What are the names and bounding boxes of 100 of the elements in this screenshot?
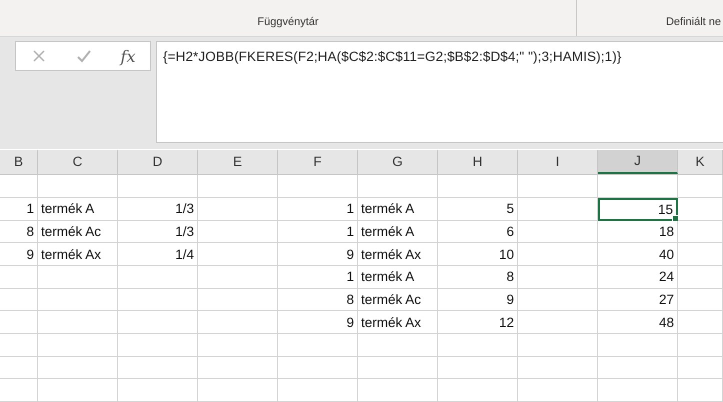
table-cell[interactable]: 1 bbox=[278, 266, 358, 289]
empty-cell[interactable] bbox=[678, 334, 723, 357]
table-cell[interactable]: termék A bbox=[38, 198, 118, 221]
empty-cell[interactable] bbox=[678, 266, 723, 289]
formula-field[interactable]: {=H2*JOBB(FKERES(F2;HA($C$2:$C$11=G2;$B$2:$D$4;" ");3;HAMIS);1)} bbox=[156, 41, 723, 143]
empty-cell[interactable] bbox=[118, 288, 198, 312]
empty-cell[interactable] bbox=[38, 175, 118, 198]
table-cell[interactable]: 27 bbox=[598, 288, 678, 312]
empty-cell[interactable] bbox=[438, 334, 518, 357]
empty-cell[interactable] bbox=[198, 220, 278, 244]
empty-cell[interactable] bbox=[0, 356, 38, 380]
empty-cell[interactable] bbox=[38, 311, 118, 334]
empty-cell[interactable] bbox=[678, 175, 723, 198]
empty-cell[interactable] bbox=[118, 356, 198, 380]
empty-cell[interactable] bbox=[0, 311, 38, 334]
empty-cell[interactable] bbox=[598, 356, 678, 380]
empty-cell[interactable] bbox=[198, 175, 278, 198]
table-cell[interactable]: termék A bbox=[358, 220, 438, 244]
table-cell[interactable]: 9 bbox=[0, 243, 38, 266]
table-cell[interactable]: 1/4 bbox=[118, 243, 198, 266]
empty-cell[interactable] bbox=[198, 334, 278, 357]
empty-cell[interactable] bbox=[198, 243, 278, 266]
empty-cell[interactable] bbox=[198, 311, 278, 334]
empty-cell[interactable] bbox=[198, 288, 278, 312]
table-cell[interactable]: termék Ac bbox=[358, 288, 438, 312]
empty-cell[interactable] bbox=[598, 334, 678, 357]
fill-handle[interactable] bbox=[672, 214, 679, 222]
empty-cell[interactable] bbox=[518, 175, 598, 198]
empty-cell[interactable] bbox=[278, 334, 358, 357]
close-icon[interactable] bbox=[30, 48, 46, 64]
empty-cell[interactable] bbox=[358, 334, 438, 357]
table-cell[interactable]: termék A bbox=[358, 198, 438, 221]
empty-cell[interactable] bbox=[518, 311, 598, 334]
table-cell[interactable]: 1/3 bbox=[118, 220, 198, 244]
table-cell[interactable]: 40 bbox=[598, 243, 678, 266]
check-icon[interactable] bbox=[76, 48, 92, 64]
table-cell[interactable]: 18 bbox=[598, 220, 678, 244]
empty-cell[interactable] bbox=[198, 379, 278, 402]
empty-cell[interactable] bbox=[678, 379, 723, 402]
table-cell[interactable]: 10 bbox=[438, 243, 518, 266]
empty-cell[interactable] bbox=[518, 334, 598, 357]
table-cell[interactable]: termék Ac bbox=[38, 220, 118, 244]
empty-cell[interactable] bbox=[278, 379, 358, 402]
table-cell[interactable]: termék Ax bbox=[358, 311, 438, 334]
empty-cell[interactable] bbox=[678, 356, 723, 380]
table-cell[interactable]: 1 bbox=[278, 220, 358, 244]
table-cell[interactable]: 1/3 bbox=[118, 198, 198, 221]
empty-cell[interactable] bbox=[518, 288, 598, 312]
empty-cell[interactable] bbox=[198, 356, 278, 380]
table-cell[interactable]: 8 bbox=[438, 266, 518, 289]
empty-cell[interactable] bbox=[598, 379, 678, 402]
empty-cell[interactable] bbox=[38, 379, 118, 402]
table-cell[interactable]: termék Ax bbox=[358, 243, 438, 266]
empty-cell[interactable] bbox=[518, 356, 598, 380]
empty-cell[interactable] bbox=[438, 356, 518, 380]
empty-cell[interactable] bbox=[118, 266, 198, 289]
table-cell[interactable]: 48 bbox=[598, 311, 678, 334]
empty-cell[interactable] bbox=[358, 379, 438, 402]
empty-cell[interactable] bbox=[358, 356, 438, 380]
table-cell[interactable]: 24 bbox=[598, 266, 678, 289]
table-cell[interactable]: 9 bbox=[278, 243, 358, 266]
empty-cell[interactable] bbox=[198, 266, 278, 289]
empty-cell[interactable] bbox=[0, 379, 38, 402]
empty-cell[interactable] bbox=[438, 379, 518, 402]
column-header[interactable]: J bbox=[598, 150, 678, 174]
empty-cell[interactable] bbox=[0, 266, 38, 289]
empty-cell[interactable] bbox=[518, 243, 598, 266]
table-cell[interactable]: 9 bbox=[438, 288, 518, 312]
table-cell[interactable]: 12 bbox=[438, 311, 518, 334]
empty-cell[interactable] bbox=[518, 220, 598, 244]
empty-cell[interactable] bbox=[118, 311, 198, 334]
empty-cell[interactable] bbox=[438, 175, 518, 198]
empty-cell[interactable] bbox=[278, 356, 358, 380]
empty-cell[interactable] bbox=[678, 243, 723, 266]
table-cell[interactable]: 6 bbox=[438, 220, 518, 244]
table-cell[interactable]: termék Ax bbox=[38, 243, 118, 266]
empty-cell[interactable] bbox=[118, 334, 198, 357]
empty-cell[interactable] bbox=[118, 379, 198, 402]
empty-cell[interactable] bbox=[0, 175, 38, 198]
table-cell[interactable]: 1 bbox=[0, 198, 38, 221]
empty-cell[interactable] bbox=[358, 175, 438, 198]
table-cell[interactable]: 15 bbox=[598, 198, 678, 221]
table-cell[interactable]: 1 bbox=[278, 198, 358, 221]
empty-cell[interactable] bbox=[518, 266, 598, 289]
empty-cell[interactable] bbox=[0, 288, 38, 312]
empty-cell[interactable] bbox=[118, 175, 198, 198]
empty-cell[interactable] bbox=[678, 220, 723, 244]
empty-cell[interactable] bbox=[38, 288, 118, 312]
empty-cell[interactable] bbox=[278, 175, 358, 198]
empty-cell[interactable] bbox=[0, 334, 38, 357]
insert-function-button[interactable]: fx bbox=[120, 46, 136, 66]
empty-cell[interactable] bbox=[518, 379, 598, 402]
table-cell[interactable]: termék A bbox=[358, 266, 438, 289]
table-cell[interactable]: 8 bbox=[278, 288, 358, 312]
table-cell[interactable]: 8 bbox=[0, 220, 38, 244]
empty-cell[interactable] bbox=[678, 288, 723, 312]
empty-cell[interactable] bbox=[38, 266, 118, 289]
empty-cell[interactable] bbox=[198, 198, 278, 221]
table-cell[interactable]: 9 bbox=[278, 311, 358, 334]
empty-cell[interactable] bbox=[38, 334, 118, 357]
